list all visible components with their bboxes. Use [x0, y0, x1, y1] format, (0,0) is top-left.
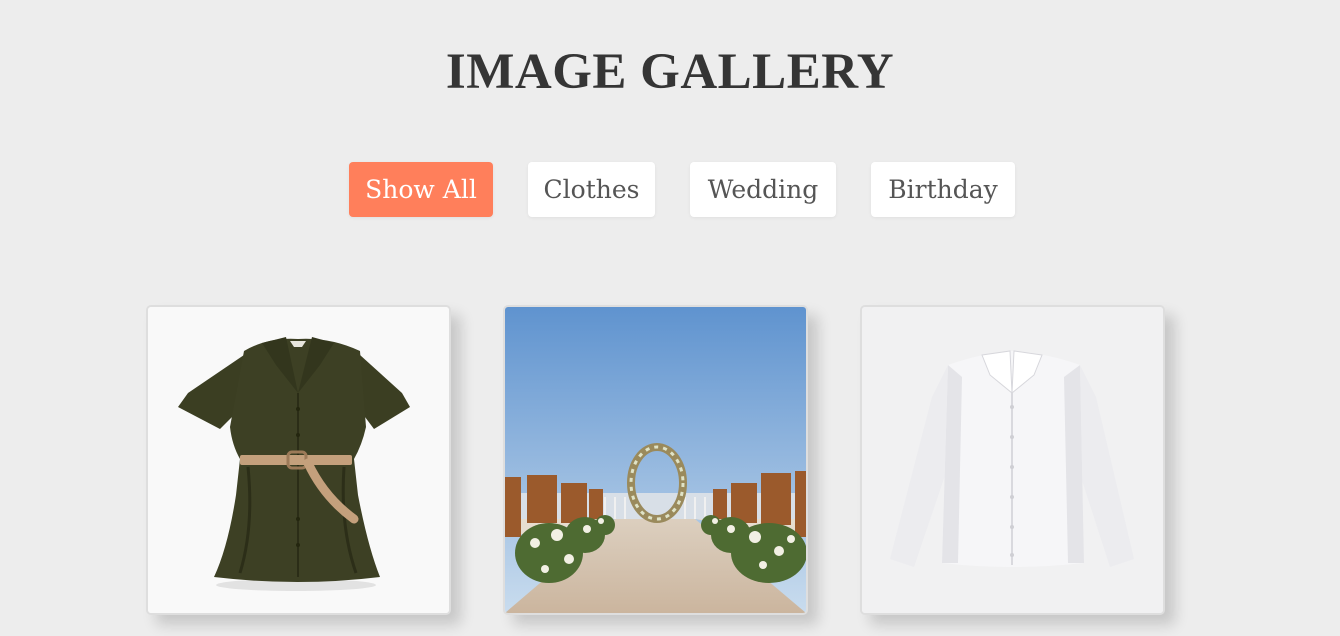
filter-bar: Show All Clothes Wedding Birthday [0, 162, 1340, 218]
wedding-image [505, 307, 806, 613]
shirt-image [862, 307, 1163, 613]
filter-show-all-button[interactable]: Show All [349, 162, 493, 217]
gallery-card-dress[interactable] [146, 305, 451, 615]
filter-birthday-button[interactable]: Birthday [871, 162, 1015, 217]
filter-clothes-button[interactable]: Clothes [528, 162, 655, 217]
dress-image [148, 307, 449, 613]
gallery-card-shirt[interactable] [860, 305, 1165, 615]
filter-wedding-button[interactable]: Wedding [690, 162, 836, 217]
page-title: IMAGE GALLERY [445, 44, 895, 100]
gallery-card-wedding[interactable] [503, 305, 808, 615]
